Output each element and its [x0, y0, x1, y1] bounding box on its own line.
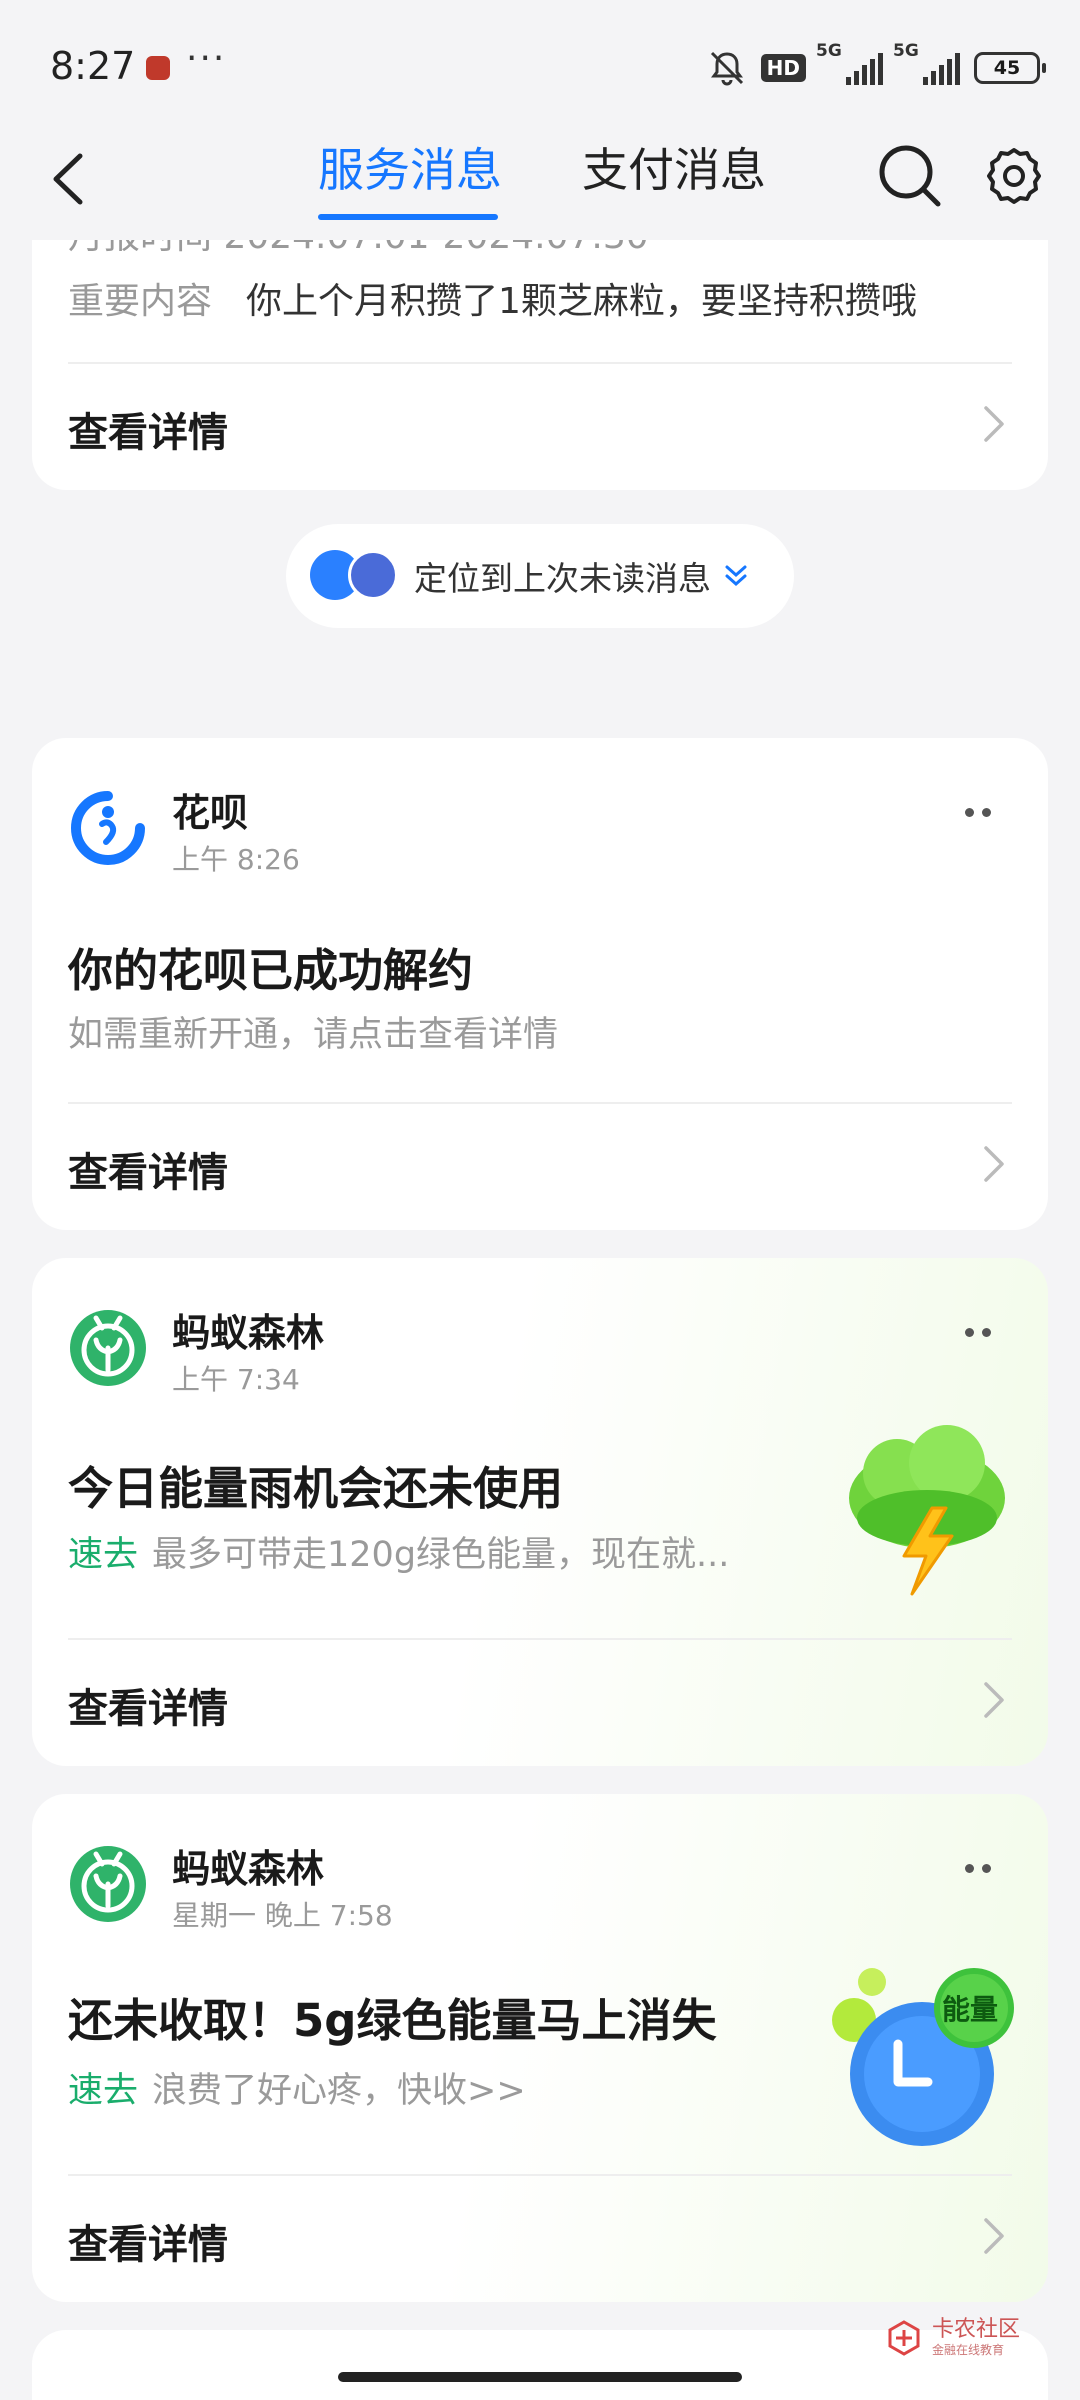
message-title: 还未收取！5g绿色能量马上消失 [68, 1994, 717, 2047]
double-chevron-down-icon [725, 565, 747, 587]
important-content-row: 重要内容 你上个月积攒了1颗芝麻粒，要坚持积攒哦 [68, 272, 917, 324]
message-time: 星期一 晚上 7:58 [172, 1899, 393, 1932]
view-details-button[interactable]: 查看详情 [32, 2176, 1048, 2296]
message-time: 上午 7:34 [172, 1363, 300, 1396]
view-details-button[interactable]: 查看详情 [32, 1640, 1048, 1760]
tab-service-messages[interactable]: 服务消息 [318, 134, 502, 200]
pill-app-icons [310, 546, 400, 606]
view-details-label: 查看详情 [68, 1150, 228, 1196]
locate-unread-button[interactable]: 定位到上次未读消息 [286, 524, 794, 628]
more-options-icon[interactable] [958, 802, 998, 822]
message-subtitle: 如需重新开通，请点击查看详情 [68, 1015, 559, 1055]
active-tab-indicator [318, 214, 498, 220]
locate-unread-label: 定位到上次未读消息 [414, 559, 711, 598]
watermark: 卡农社区 金融在线教育 [884, 2318, 1020, 2358]
view-details-button[interactable]: 查看详情 [32, 1104, 1048, 1224]
huabei-icon [70, 790, 146, 866]
network-type-label: 5G [816, 41, 842, 61]
more-options-icon[interactable] [958, 1322, 998, 1342]
energy-rain-cloud-icon [849, 1425, 1005, 1596]
status-indicators: HD 5G 5G 45 [707, 41, 1046, 90]
view-details-label: 查看详情 [68, 2222, 228, 2268]
view-details-label: 查看详情 [68, 410, 228, 456]
message-card: 蚂蚁森林 星期一 晚上 7:58 还未收取！5g绿色能量马上消失 速去 浪费了好心… [32, 1794, 1048, 2302]
more-options-icon[interactable] [958, 1858, 998, 1878]
sender-name: 花呗 [172, 791, 249, 835]
chevron-right-icon [984, 1682, 1004, 1718]
message-subtitle: 最多可带走120g绿色能量，现在就... [152, 1535, 730, 1575]
message-title: 你的花呗已成功解约 [68, 944, 474, 997]
go-now-highlight: 速去 [68, 2071, 139, 2111]
signal-5g-icon-2: 5G [893, 41, 960, 85]
chevron-right-icon [984, 406, 1004, 442]
important-content-label: 重要内容 [68, 281, 213, 322]
signal-5g-icon: 5G [816, 41, 883, 85]
important-content-value: 你上个月积攒了1颗芝麻粒，要坚持积攒哦 [246, 281, 917, 322]
view-details-label: 查看详情 [68, 1686, 228, 1732]
sender-name: 蚂蚁森林 [172, 1311, 325, 1355]
kanong-logo-icon [888, 2320, 920, 2356]
message-subtitle-row: 速去 浪费了好心疼，快收>> [68, 2062, 526, 2113]
bell-muted-icon [710, 51, 743, 86]
status-time: 8:27 [50, 44, 136, 88]
message-card: 蚂蚁森林 上午 7:34 今日能量雨机会还未使用 速去 最多可带走120g绿色能量… [32, 1258, 1048, 1766]
energy-badge: 能量 [942, 1993, 999, 2026]
message-title: 今日能量雨机会还未使用 [68, 1462, 564, 1515]
message-subtitle-row: 速去 最多可带走120g绿色能量，现在就... [68, 1526, 729, 1577]
back-arrow-icon[interactable] [40, 144, 100, 214]
network-type-label-2: 5G [893, 41, 919, 61]
notification-app-icon [146, 56, 170, 80]
chevron-right-icon [984, 2218, 1004, 2254]
tab-payment-messages[interactable]: 支付消息 [582, 134, 766, 200]
go-now-highlight: 速去 [68, 1535, 139, 1575]
ant-forest-icon [70, 1846, 146, 1922]
gear-icon[interactable] [982, 144, 1046, 208]
ant-forest-icon [70, 1310, 146, 1386]
watermark-title: 卡农社区 [931, 2316, 1020, 2342]
search-icon[interactable] [874, 140, 944, 210]
status-bar: 8:27 ··· HD 5G 5G 45 [0, 0, 1080, 130]
message-time: 上午 8:26 [172, 843, 300, 876]
battery-icon: 45 [974, 52, 1046, 84]
bill-mini-icon [348, 550, 398, 600]
view-details-button[interactable]: 查看详情 [32, 364, 1048, 484]
battery-level: 45 [993, 57, 1021, 79]
chevron-right-icon [984, 1146, 1004, 1182]
sender-name: 蚂蚁森林 [172, 1847, 325, 1891]
message-card: 花呗 上午 8:26 你的花呗已成功解约 如需重新开通，请点击查看详情 查看详情 [32, 738, 1048, 1230]
home-indicator[interactable] [338, 2372, 742, 2382]
nav-header: 服务消息 支付消息 [0, 130, 1080, 240]
hd-badge: HD [760, 54, 806, 82]
watermark-subtitle: 金融在线教育 [931, 2342, 1004, 2357]
status-more-icon: ··· [186, 38, 227, 79]
message-subtitle: 浪费了好心疼，快收>> [152, 2071, 526, 2111]
